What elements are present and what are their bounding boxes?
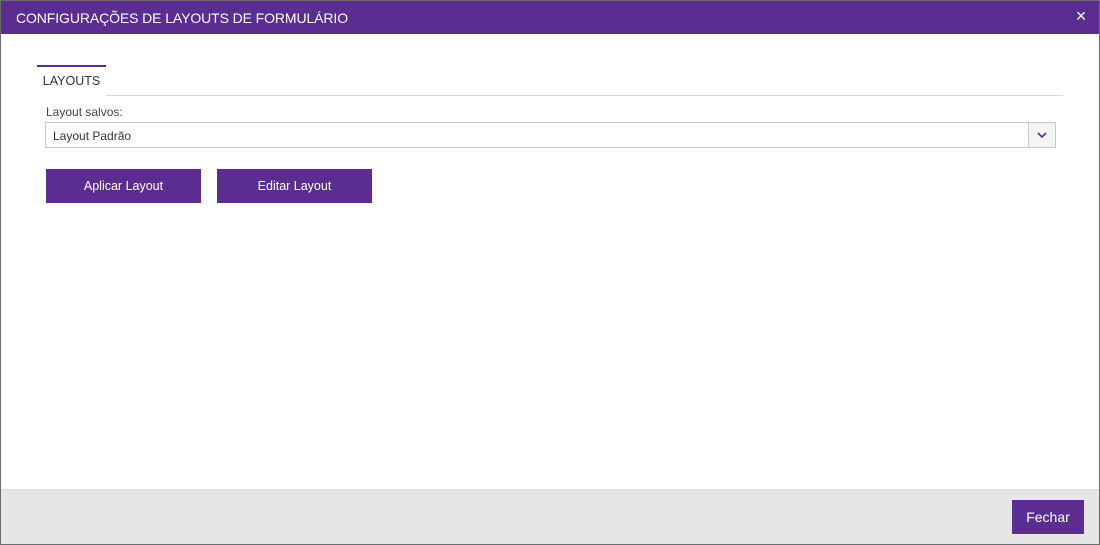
close-dialog-button[interactable]: Fechar bbox=[1012, 500, 1084, 534]
saved-layouts-select[interactable]: Layout Padrão bbox=[45, 122, 1056, 148]
saved-layouts-label: Layout salvos: bbox=[46, 105, 123, 119]
close-icon[interactable]: × bbox=[1071, 5, 1091, 27]
apply-layout-button[interactable]: Aplicar Layout bbox=[46, 169, 201, 203]
dropdown-toggle-button[interactable] bbox=[1028, 123, 1055, 147]
edit-layout-button[interactable]: Editar Layout bbox=[217, 169, 372, 203]
form-layout-settings-dialog: CONFIGURAÇÕES DE LAYOUTS DE FORMULÁRIO ×… bbox=[0, 0, 1100, 545]
chevron-down-icon bbox=[1037, 132, 1047, 138]
tab-layouts[interactable]: LAYOUTS bbox=[37, 65, 106, 96]
dialog-footer: Fechar bbox=[1, 489, 1099, 544]
tab-bar: LAYOUTS bbox=[37, 65, 1063, 96]
saved-layouts-selected-value: Layout Padrão bbox=[53, 129, 132, 143]
dialog-titlebar: CONFIGURAÇÕES DE LAYOUTS DE FORMULÁRIO × bbox=[1, 1, 1099, 34]
dialog-title: CONFIGURAÇÕES DE LAYOUTS DE FORMULÁRIO bbox=[16, 10, 348, 26]
